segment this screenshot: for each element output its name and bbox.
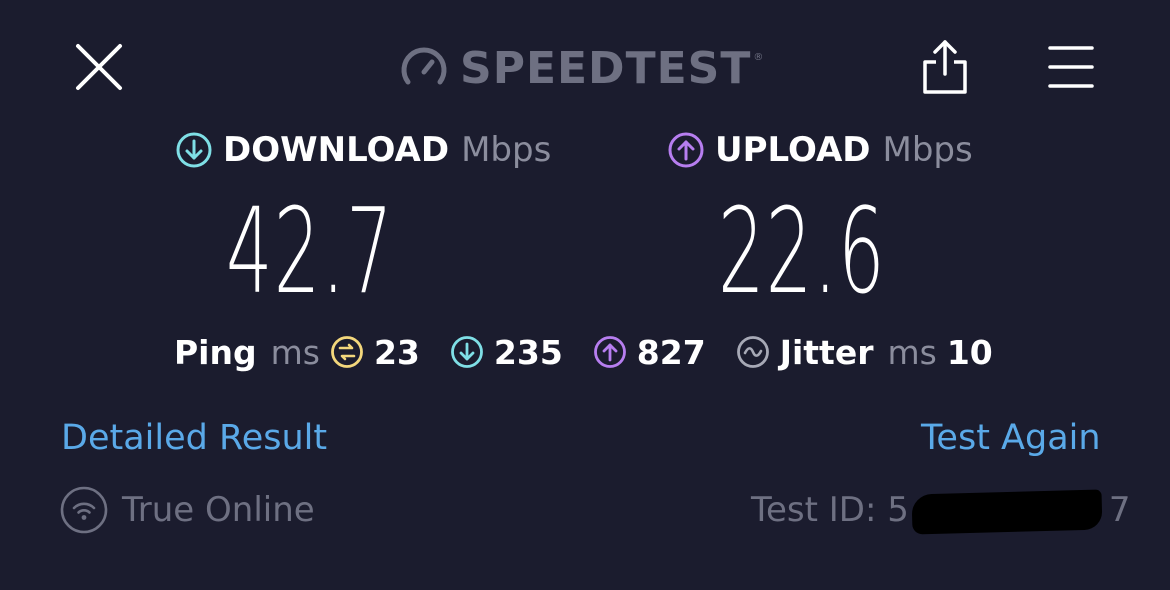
download-ping-value: 235 xyxy=(493,332,563,372)
upload-ping-icon xyxy=(593,336,626,368)
download-speed-value: 42.7 xyxy=(226,182,394,320)
upload-label: UPLOAD xyxy=(715,130,871,170)
provider-info: True Online xyxy=(60,486,315,534)
ping-unit: ms xyxy=(270,332,320,372)
upload-speed-value: 22.6 xyxy=(718,182,886,320)
download-unit: Mbps xyxy=(461,130,552,170)
test-id-label: Test ID: 5 xyxy=(751,490,909,530)
idle-ping-icon xyxy=(331,336,363,368)
upload-unit: Mbps xyxy=(882,130,973,170)
speedometer-icon xyxy=(401,47,447,85)
upload-ping-value: 827 xyxy=(636,332,706,372)
download-ping-icon xyxy=(451,336,483,368)
brand-name: SPEEDTEST xyxy=(460,42,752,94)
wifi-icon xyxy=(60,486,108,534)
test-again-link[interactable]: Test Again xyxy=(921,418,1101,458)
upload-arrow-icon xyxy=(668,132,704,168)
jitter-unit: ms xyxy=(887,332,937,372)
download-arrow-icon xyxy=(176,132,212,168)
share-icon xyxy=(923,40,967,94)
provider-name: True Online xyxy=(122,490,315,530)
download-label: DOWNLOAD xyxy=(223,130,450,170)
close-icon xyxy=(76,44,122,90)
registered-mark: ® xyxy=(753,52,764,63)
menu-icon xyxy=(1048,46,1094,88)
close-button[interactable] xyxy=(70,38,128,96)
share-button[interactable] xyxy=(918,36,972,98)
speedtest-result-screen: SPEEDTEST ® DOWNLOAD Mbps UPLOAD Mbps 42… xyxy=(0,0,1170,590)
speedtest-logo: SPEEDTEST ® xyxy=(398,42,763,94)
latency-stats-row: Ping ms 23 235 827 Jitter ms 10 xyxy=(174,332,993,372)
test-id-tail: 7 xyxy=(1108,490,1131,530)
jitter-label: Jitter xyxy=(779,332,874,372)
redaction-mark xyxy=(911,489,1103,535)
ping-label: Ping xyxy=(174,332,257,372)
upload-header: UPLOAD Mbps xyxy=(667,130,973,170)
jitter-value: 10 xyxy=(946,332,993,372)
detailed-result-link[interactable]: Detailed Result xyxy=(61,418,327,458)
idle-ping-value: 23 xyxy=(373,332,420,372)
download-header: DOWNLOAD Mbps xyxy=(175,130,551,170)
menu-button[interactable] xyxy=(1044,42,1098,92)
jitter-icon xyxy=(736,336,769,368)
